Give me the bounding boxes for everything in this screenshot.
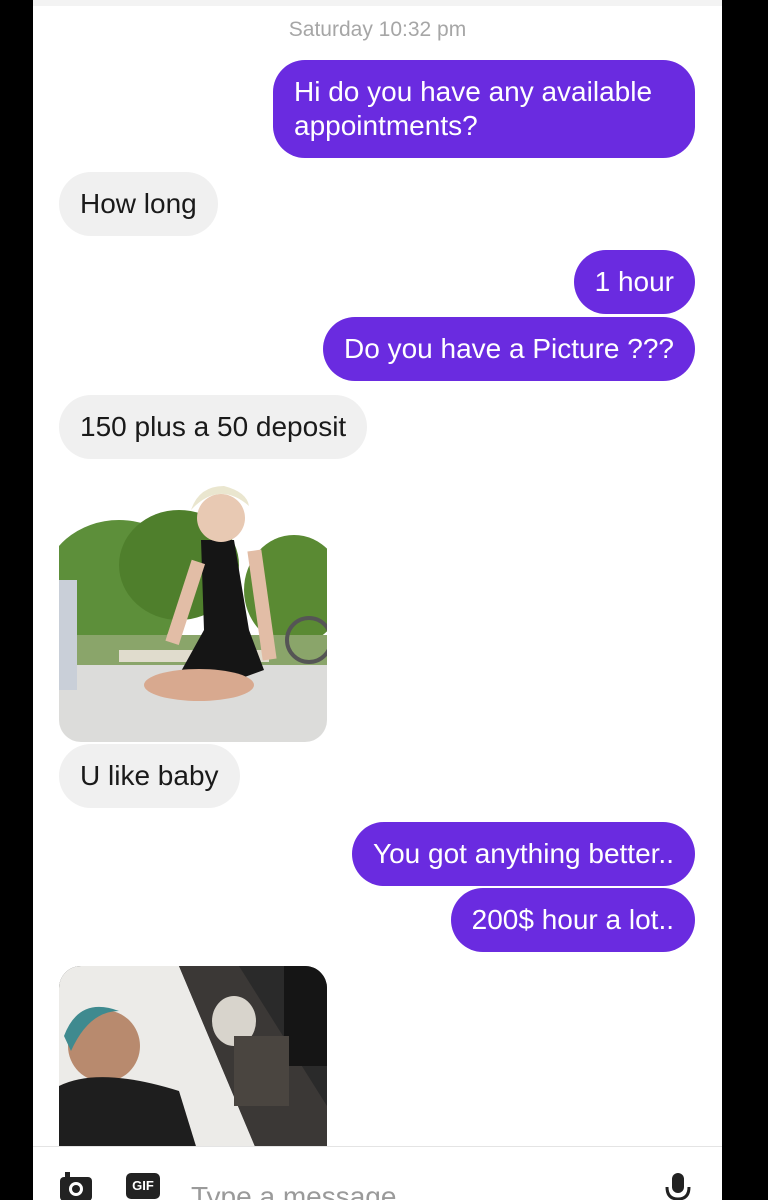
message-timestamp: Saturday 10:32 pm (288, 18, 467, 41)
top-edge (33, 0, 722, 6)
camera-icon[interactable] (58, 1169, 94, 1200)
incoming-photo[interactable] (59, 480, 327, 742)
incoming-message[interactable]: U like baby (59, 744, 240, 808)
outgoing-message[interactable]: Hi do you have any available appointment… (273, 60, 695, 158)
outgoing-message[interactable]: 1 hour (573, 250, 695, 314)
conversation-screen: Saturday 10:32 pm Hi do you have any ava… (33, 0, 722, 1200)
message-input[interactable] (191, 1177, 611, 1200)
gif-button[interactable]: GIF (126, 1173, 160, 1199)
outgoing-message[interactable]: You got anything better.. (352, 822, 695, 886)
microphone-icon[interactable] (661, 1171, 695, 1200)
incoming-message[interactable]: How long (59, 172, 218, 236)
outgoing-message[interactable]: Do you have a Picture ??? (323, 317, 695, 381)
incoming-message[interactable]: 150 plus a 50 deposit (59, 395, 368, 459)
message-composer: GIF (33, 1146, 722, 1200)
incoming-photo[interactable] (59, 966, 327, 1156)
outgoing-message[interactable]: 200$ hour a lot.. (450, 888, 695, 952)
